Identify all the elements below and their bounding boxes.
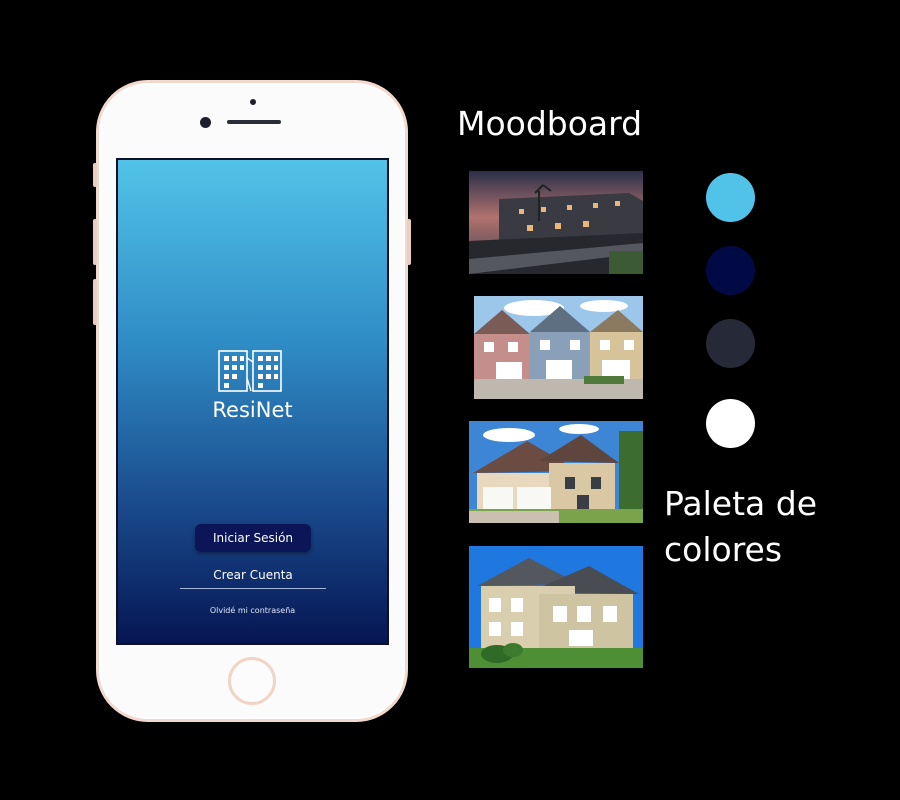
palette-title-line2: colores bbox=[664, 530, 783, 569]
townhouses-dusk-photo bbox=[469, 171, 643, 274]
palette-swatch-charcoal bbox=[706, 319, 755, 368]
palette-swatch-navy bbox=[706, 246, 755, 295]
home-button bbox=[228, 657, 276, 705]
phone-mockup: ResiNet Iniciar Sesión Crear Cuenta Olvi… bbox=[93, 80, 411, 722]
create-account-link[interactable]: Crear Cuenta bbox=[180, 568, 326, 582]
earpiece-speaker bbox=[227, 120, 281, 124]
proximity-sensor bbox=[250, 99, 256, 105]
building-logo-icon bbox=[218, 350, 282, 392]
volume-up-button bbox=[93, 219, 97, 265]
row-houses-photo bbox=[474, 296, 643, 399]
login-button[interactable]: Iniciar Sesión bbox=[195, 524, 311, 552]
app-name: ResiNet bbox=[212, 398, 293, 422]
palette-swatch-white bbox=[706, 399, 755, 448]
forgot-password-link[interactable]: Olvidé mi contraseña bbox=[118, 606, 387, 615]
front-camera-icon bbox=[200, 117, 211, 128]
mute-switch bbox=[93, 163, 97, 187]
volume-down-button bbox=[93, 279, 97, 325]
power-button bbox=[407, 219, 411, 265]
palette-swatch-light-blue bbox=[706, 173, 755, 222]
palette-title: Paleta de colores bbox=[664, 481, 817, 573]
create-account-underline bbox=[180, 588, 326, 589]
suburban-house-photo bbox=[469, 421, 643, 523]
palette-title-line1: Paleta de bbox=[664, 484, 818, 523]
app-screen: ResiNet Iniciar Sesión Crear Cuenta Olvi… bbox=[116, 158, 389, 645]
two-story-house-photo bbox=[469, 546, 643, 668]
moodboard-title: Moodboard bbox=[457, 104, 643, 143]
